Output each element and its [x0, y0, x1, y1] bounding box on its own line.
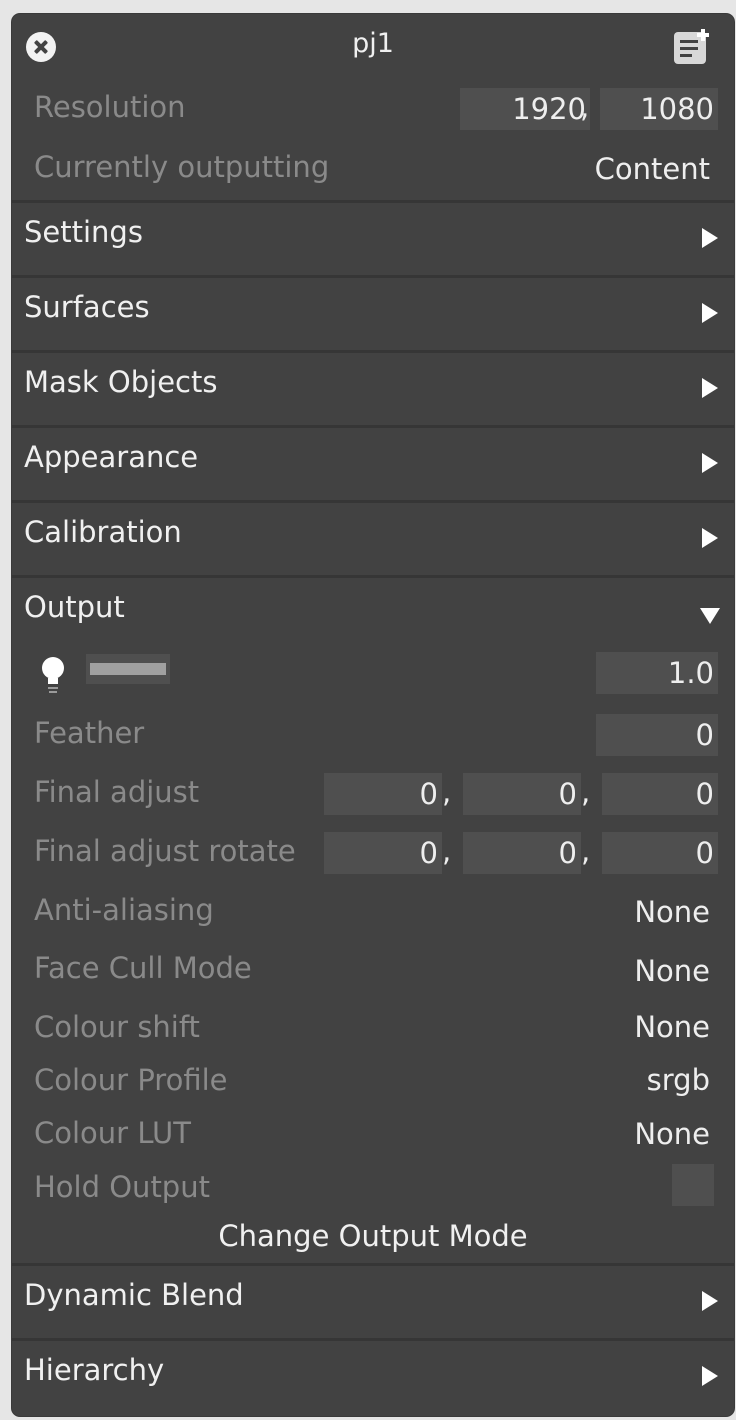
face-cull-mode-select[interactable]: None — [634, 954, 710, 988]
brightness-field[interactable]: 1.0 — [596, 652, 718, 694]
final-adjust-rotate-sep-2: , — [581, 834, 591, 868]
brightness-slider-fill — [90, 663, 166, 675]
title-bar: pj1 — [12, 14, 734, 78]
colour-lut-label: Colour LUT — [34, 1116, 191, 1150]
expand-arrow-icon — [702, 378, 718, 398]
anti-aliasing-select[interactable]: None — [634, 895, 710, 929]
resolution-height-field[interactable]: 1080 — [600, 88, 718, 130]
final-adjust-rotate-label: Final adjust rotate — [34, 834, 296, 868]
final-adjust-sep-1: , — [442, 775, 452, 809]
feather-value: 0 — [695, 718, 714, 752]
final-adjust-y-value: 0 — [558, 777, 577, 811]
feather-field[interactable]: 0 — [596, 714, 718, 756]
expand-arrow-icon — [702, 1291, 718, 1311]
final-adjust-y-field[interactable]: 0 — [463, 773, 581, 815]
section-settings-label: Settings — [24, 215, 143, 249]
section-appearance[interactable]: Appearance — [12, 425, 734, 500]
colour-lut-select[interactable]: None — [634, 1117, 710, 1151]
anti-aliasing-label: Anti-aliasing — [34, 893, 214, 927]
change-output-mode-button[interactable]: Change Output Mode — [12, 1219, 734, 1253]
inspector-panel: pj1 Resolution 1920 , 1080 Currently out… — [12, 14, 734, 1416]
currently-outputting-value: Content — [594, 152, 710, 186]
final-adjust-rotate-y-value: 0 — [558, 836, 577, 870]
face-cull-mode-label: Face Cull Mode — [34, 951, 252, 985]
section-mask-objects[interactable]: Mask Objects — [12, 350, 734, 425]
final-adjust-rotate-y-field[interactable]: 0 — [463, 832, 581, 874]
colour-shift-select[interactable]: None — [634, 1010, 710, 1044]
section-settings[interactable]: Settings — [12, 200, 734, 275]
expand-arrow-icon — [702, 528, 718, 548]
collapse-arrow-icon — [700, 608, 720, 624]
brightness-value: 1.0 — [667, 656, 714, 690]
colour-profile-label: Colour Profile — [34, 1063, 228, 1097]
section-surfaces-label: Surfaces — [24, 290, 150, 324]
section-output[interactable]: Output — [12, 575, 734, 650]
resolution-label: Resolution — [34, 90, 186, 124]
colour-shift-label: Colour shift — [34, 1010, 200, 1044]
feather-label: Feather — [34, 716, 145, 750]
final-adjust-z-field[interactable]: 0 — [602, 773, 718, 815]
edit-note-icon[interactable] — [670, 28, 712, 68]
window-title: pj1 — [352, 28, 394, 59]
final-adjust-x-field[interactable]: 0 — [324, 773, 442, 815]
expand-arrow-icon — [702, 228, 718, 248]
colour-profile-select[interactable]: srgb — [647, 1063, 710, 1097]
section-hierarchy-label: Hierarchy — [24, 1353, 165, 1387]
resolution-width-value: 1920 — [512, 92, 586, 126]
section-dynamic-blend[interactable]: Dynamic Blend — [12, 1263, 734, 1338]
section-calibration[interactable]: Calibration — [12, 500, 734, 575]
light-bulb-icon — [42, 657, 64, 693]
resolution-height-value: 1080 — [640, 92, 714, 126]
expand-arrow-icon — [702, 1366, 718, 1386]
final-adjust-x-value: 0 — [419, 777, 438, 811]
expand-arrow-icon — [702, 453, 718, 473]
section-surfaces[interactable]: Surfaces — [12, 275, 734, 350]
section-calibration-label: Calibration — [24, 515, 182, 549]
currently-outputting-label: Currently outputting — [34, 150, 330, 184]
final-adjust-z-value: 0 — [695, 777, 714, 811]
expand-arrow-icon — [702, 303, 718, 323]
section-dynamic-blend-label: Dynamic Blend — [24, 1278, 244, 1312]
hold-output-checkbox[interactable] — [672, 1164, 714, 1206]
final-adjust-sep-2: , — [581, 775, 591, 809]
section-mask-objects-label: Mask Objects — [24, 365, 218, 399]
section-hierarchy[interactable]: Hierarchy — [12, 1338, 734, 1413]
final-adjust-rotate-x-field[interactable]: 0 — [324, 832, 442, 874]
final-adjust-rotate-z-value: 0 — [695, 836, 714, 870]
resolution-row: Resolution 1920 , 1080 — [12, 88, 734, 132]
brightness-slider[interactable] — [86, 654, 170, 684]
hold-output-label: Hold Output — [34, 1170, 210, 1204]
currently-outputting-row: Currently outputting Content — [12, 148, 734, 192]
resolution-separator: , — [580, 90, 590, 124]
final-adjust-rotate-sep-1: , — [442, 834, 452, 868]
section-appearance-label: Appearance — [24, 440, 199, 474]
final-adjust-rotate-x-value: 0 — [419, 836, 438, 870]
final-adjust-rotate-z-field[interactable]: 0 — [602, 832, 718, 874]
resolution-width-field[interactable]: 1920 — [460, 88, 590, 130]
final-adjust-label: Final adjust — [34, 775, 200, 809]
section-output-label: Output — [24, 590, 125, 624]
